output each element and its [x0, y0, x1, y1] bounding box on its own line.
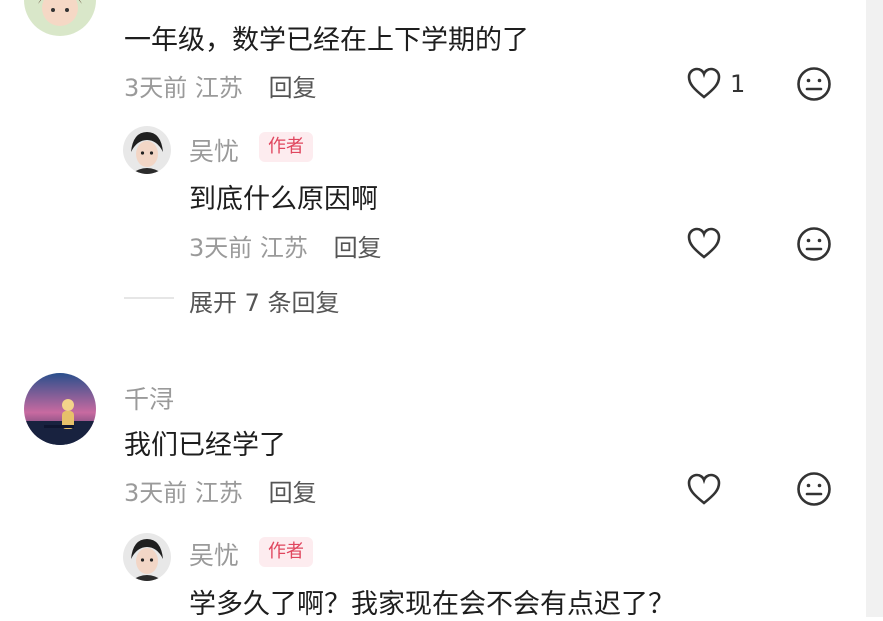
expand-replies-button[interactable]: 展开 7 条回复 [189, 283, 340, 318]
comment-time: 3天前 [124, 74, 188, 102]
user-avatar[interactable] [24, 0, 96, 36]
reply-author-name[interactable]: 吴忧 [189, 536, 239, 572]
neutral-face-icon[interactable] [796, 66, 832, 106]
reply-location: 江苏 [259, 234, 308, 262]
heart-outline-icon[interactable] [686, 66, 722, 104]
reply-button[interactable]: 回复 [334, 234, 382, 262]
comment-meta: 3天前 江苏 回复 [124, 68, 317, 103]
heart-outline-icon[interactable] [686, 472, 722, 510]
author-avatar[interactable] [123, 126, 171, 174]
author-badge: 作者 [259, 132, 313, 162]
comment-location: 江苏 [194, 479, 243, 507]
reply-author-name[interactable]: 吴忧 [189, 132, 239, 168]
expand-divider [124, 297, 174, 299]
reply-time: 3天前 [189, 234, 253, 262]
reply-meta: 3天前 江苏 回复 [189, 228, 382, 263]
comment-author-name[interactable]: 千浔 [124, 380, 174, 416]
neutral-face-icon[interactable] [796, 226, 832, 266]
author-badge: 作者 [259, 537, 313, 567]
user-avatar[interactable] [24, 373, 96, 445]
reply-button[interactable]: 回复 [269, 74, 317, 102]
scroll-gutter [866, 0, 883, 617]
comment-location: 江苏 [194, 74, 243, 102]
comment-meta: 3天前 江苏 回复 [124, 473, 317, 508]
like-count: 1 [730, 70, 746, 98]
reply-text: 到底什么原因啊 [189, 184, 378, 215]
comment-text: 一年级，数学已经在上下学期的了 [124, 25, 529, 56]
reply-text: 学多久了啊？我家现在会不会有点迟了？ [189, 589, 675, 620]
comment-text: 我们已经学了 [124, 430, 286, 461]
neutral-face-icon[interactable] [796, 471, 832, 511]
comment-time: 3天前 [124, 479, 188, 507]
author-avatar[interactable] [123, 533, 171, 581]
reply-button[interactable]: 回复 [269, 479, 317, 507]
heart-outline-icon[interactable] [686, 226, 722, 264]
